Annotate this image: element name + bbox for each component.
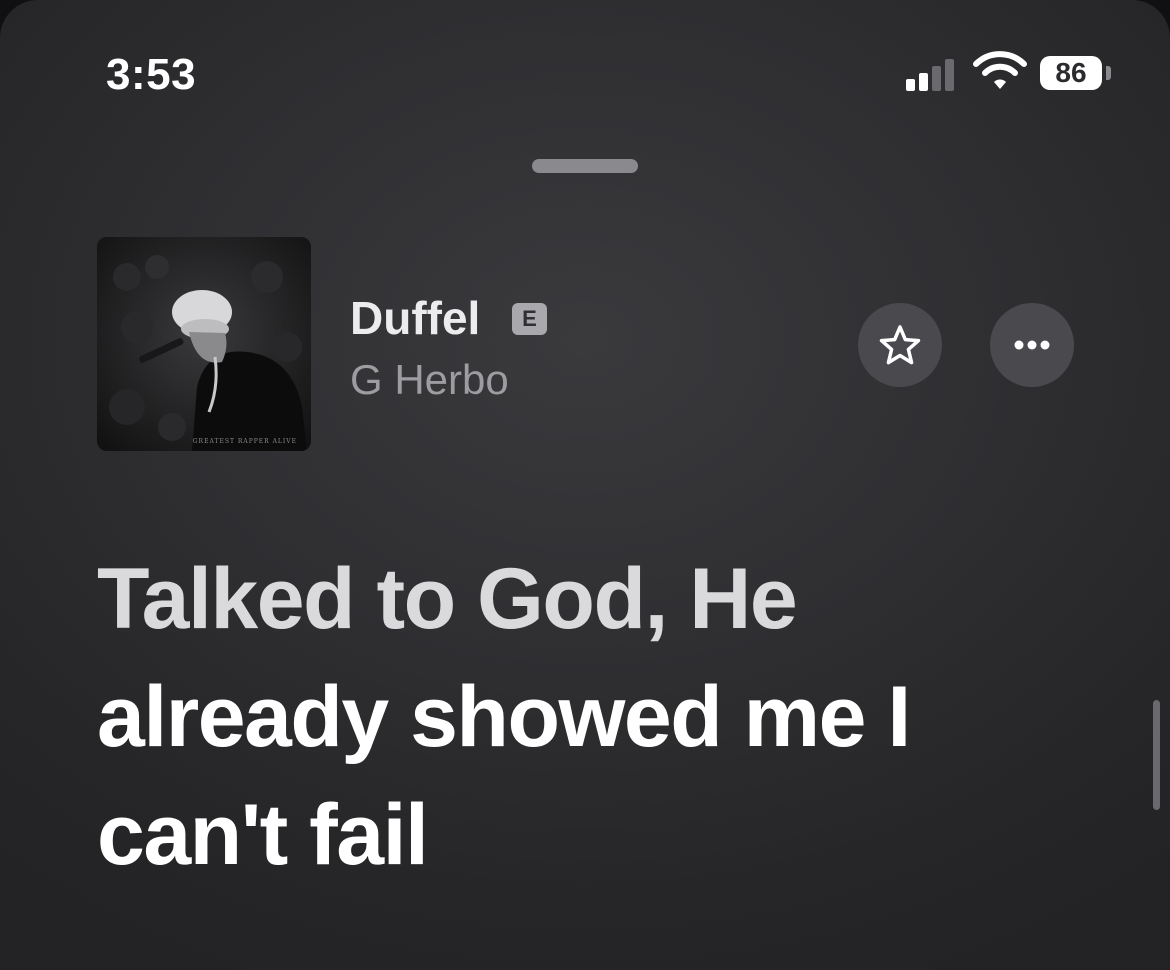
lyrics-block: Talked to God, He already showed me I ca… [97, 540, 1107, 894]
wifi-icon [973, 51, 1027, 89]
lyrics-screen: 3:53 86 GREATEST RAPPER ALIVE Duffel E G… [0, 0, 1170, 970]
explicit-badge: E [512, 303, 547, 335]
battery-level: 86 [1055, 57, 1087, 88]
album-artwork[interactable]: GREATEST RAPPER ALIVE [97, 237, 311, 451]
lyric-line[interactable]: already showed me I [97, 658, 1107, 776]
more-options-button[interactable] [990, 303, 1074, 387]
lyric-line[interactable]: can't fail [97, 776, 1107, 894]
battery-cap [1106, 66, 1111, 80]
star-icon [879, 325, 921, 365]
ellipsis-icon [1014, 340, 1050, 350]
artwork-caption: GREATEST RAPPER ALIVE [193, 438, 297, 445]
status-time: 3:53 [106, 50, 197, 99]
track-artist[interactable]: G Herbo [350, 356, 509, 404]
sheet-grabber[interactable] [532, 159, 638, 173]
lyric-line[interactable]: Talked to God, He [97, 540, 1107, 658]
album-artwork-image: GREATEST RAPPER ALIVE [97, 237, 311, 451]
cellular-signal-icon [906, 55, 962, 91]
battery-icon: 86 [1040, 56, 1102, 90]
favorite-button[interactable] [858, 303, 942, 387]
track-title: Duffel [350, 292, 481, 344]
scroll-indicator[interactable] [1153, 700, 1160, 810]
